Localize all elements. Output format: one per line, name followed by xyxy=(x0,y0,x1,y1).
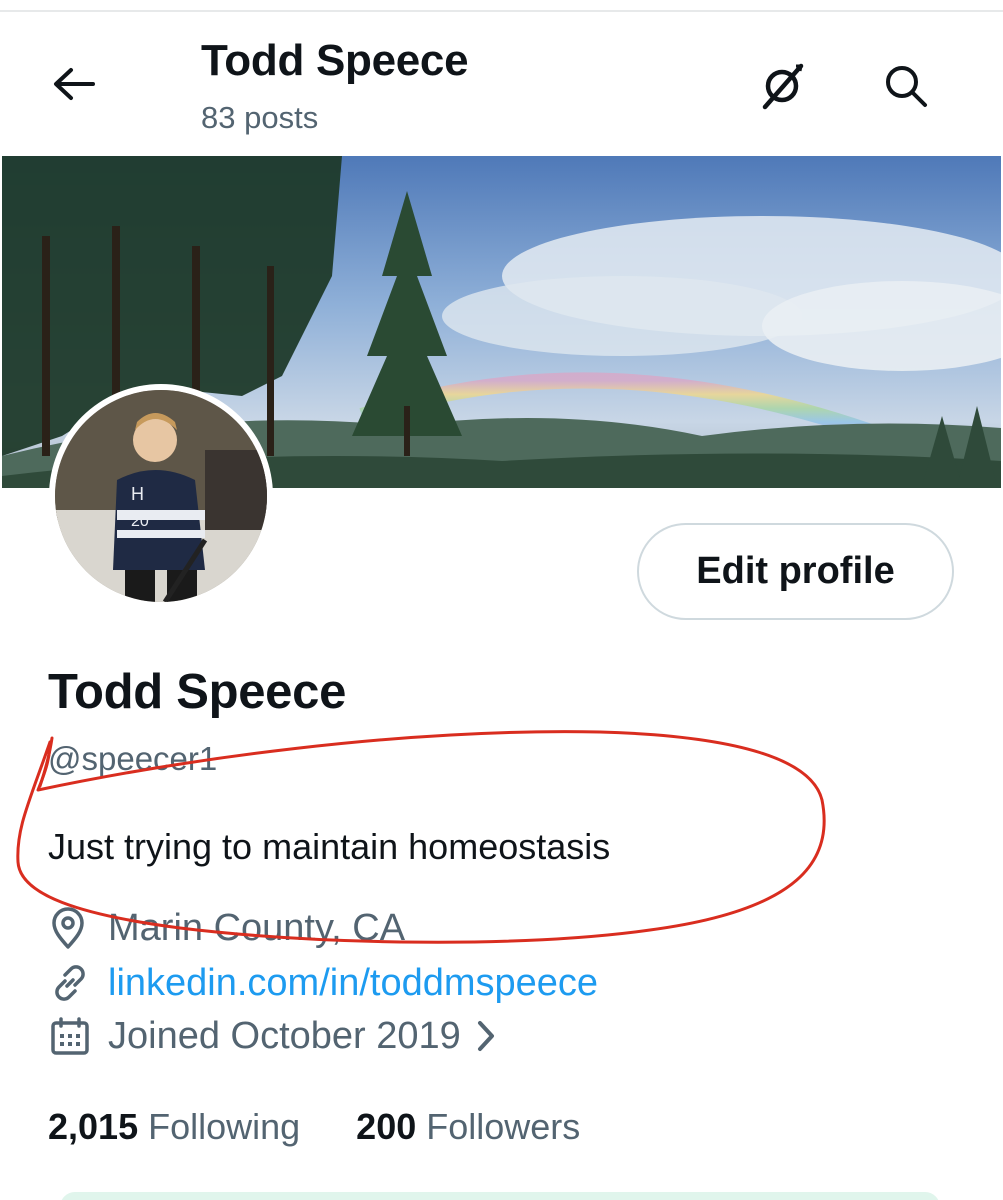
back-arrow-icon xyxy=(54,68,95,100)
chevron-right-icon xyxy=(475,1018,497,1054)
following-label: Following xyxy=(148,1106,301,1147)
profile-bio: Just trying to maintain homeostasis xyxy=(48,826,611,867)
user-handle: @speecer1 xyxy=(48,740,218,777)
following-count: 2,015 xyxy=(48,1106,139,1147)
display-name: Todd Speece xyxy=(48,665,347,719)
svg-text:H: H xyxy=(131,484,144,504)
search-icon xyxy=(886,66,927,107)
joined-row[interactable]: Joined October 2019 xyxy=(48,1014,497,1058)
website-link[interactable]: linkedin.com/in/toddmspeece xyxy=(108,962,598,1005)
profile-avatar[interactable]: H 20 xyxy=(49,384,273,608)
location-pin-icon xyxy=(48,906,98,950)
back-button[interactable] xyxy=(44,58,102,110)
header-title: Todd Speece xyxy=(201,36,469,85)
website-row: linkedin.com/in/toddmspeece xyxy=(48,961,598,1005)
search-button[interactable] xyxy=(878,58,934,114)
joined-text: Joined October 2019 xyxy=(108,1014,461,1057)
profile-page: Todd Speece 83 posts H 20 Edit profile T… xyxy=(0,0,1003,1200)
post-count: 83 posts xyxy=(201,100,319,135)
top-divider xyxy=(0,10,1003,12)
bottom-banner-edge xyxy=(60,1192,940,1200)
followers-stat[interactable]: 200 Followers xyxy=(356,1106,580,1148)
location-text: Marin County, CA xyxy=(108,906,406,949)
following-stat[interactable]: 2,015 Following xyxy=(48,1106,300,1148)
follow-stats: 2,015 Following 200 Followers xyxy=(48,1106,636,1148)
followers-count: 200 xyxy=(356,1106,417,1147)
grok-button[interactable] xyxy=(754,58,810,114)
calendar-icon xyxy=(48,1014,98,1058)
edit-profile-button[interactable]: Edit profile xyxy=(637,523,954,620)
link-icon xyxy=(48,961,98,1005)
location-row: Marin County, CA xyxy=(48,906,405,950)
grok-icon xyxy=(762,63,804,110)
followers-label: Followers xyxy=(426,1106,581,1147)
svg-text:20: 20 xyxy=(131,513,149,530)
